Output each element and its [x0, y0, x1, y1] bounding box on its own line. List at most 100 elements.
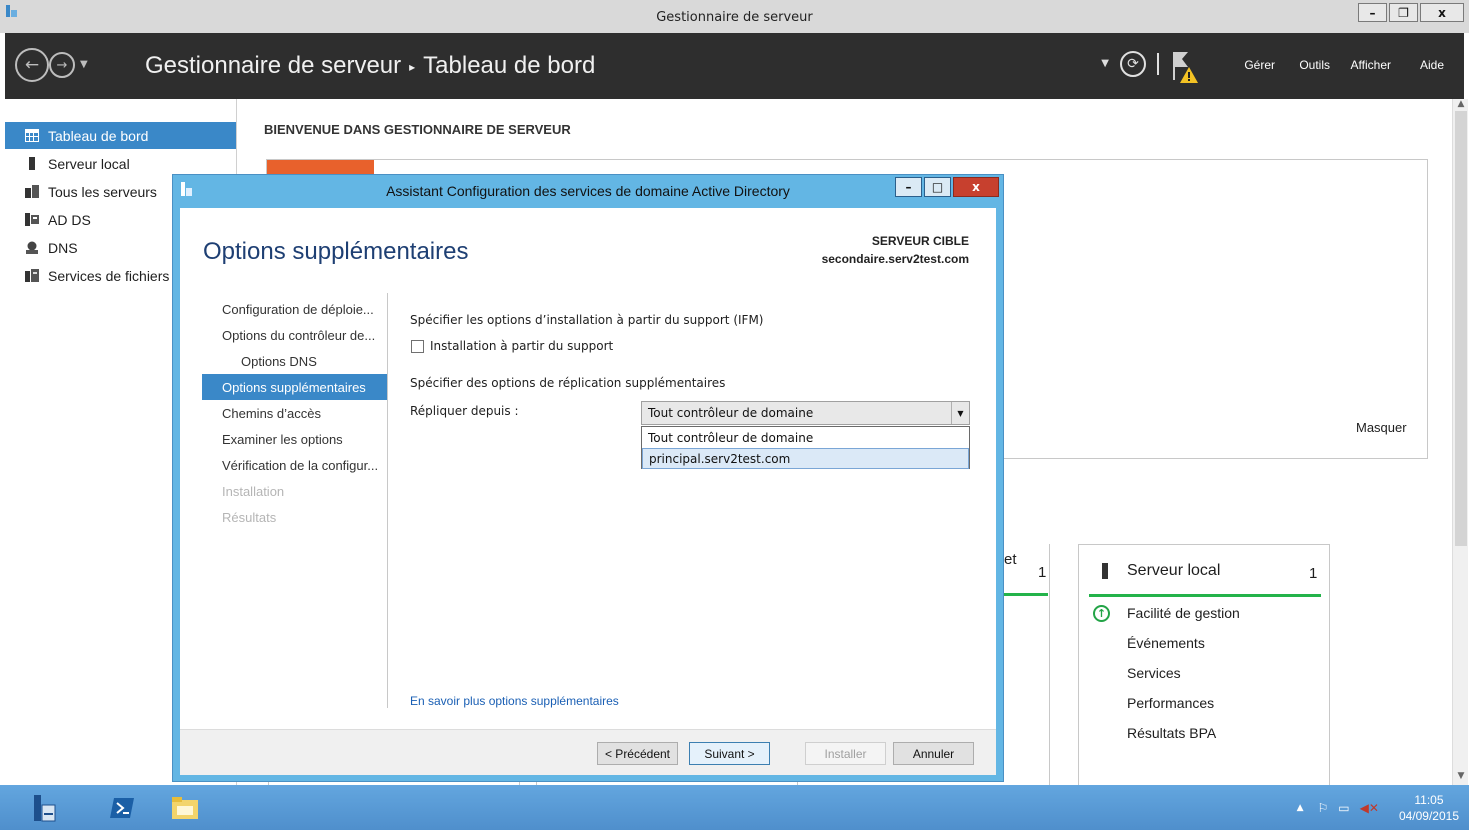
replicate-from-value: Tout contrôleur de domaine	[648, 406, 814, 420]
step-dns-options[interactable]: Options DNS	[202, 348, 387, 374]
sidebar-item-label: Services de fichiers	[48, 267, 170, 284]
refresh-icon[interactable]: ⟳	[1120, 51, 1146, 77]
tile-title: Serveur local	[1099, 562, 1220, 580]
dialog-footer: < Précédent Suivant > Installer Annuler	[180, 729, 996, 775]
learn-more-link[interactable]: En savoir plus options supplémentaires	[410, 694, 619, 708]
dialog-titlebar: Assistant Configuration des services de …	[173, 175, 1003, 207]
steps-divider	[387, 293, 388, 708]
step-deployment-config[interactable]: Configuration de déploie...	[202, 296, 387, 322]
chevron-down-icon[interactable]: ▼	[951, 402, 969, 424]
tile-row-events[interactable]: Événements	[1127, 635, 1205, 651]
volume-muted-icon[interactable]: ◀✕	[1360, 801, 1379, 815]
cancel-button[interactable]: Annuler	[893, 742, 974, 765]
tile-row-manageability[interactable]: Facilité de gestion	[1127, 605, 1240, 621]
network-icon[interactable]: ▭	[1338, 801, 1349, 815]
breadcrumb-current: Tableau de bord	[423, 52, 596, 79]
sidebar-item-dashboard[interactable]: Tableau de bord	[5, 122, 236, 149]
clock-time: 11:05	[1414, 793, 1444, 807]
file-services-icon	[25, 269, 39, 282]
ifm-checkbox-label[interactable]: Installation à partir du support	[430, 339, 613, 353]
step-installation: Installation	[222, 483, 285, 499]
dialog-body: Options supplémentaires SERVEUR CIBLE se…	[180, 208, 996, 729]
sidebar-item-local-server[interactable]: Serveur local	[5, 150, 236, 177]
window-title: Gestionnaire de serveur	[656, 10, 813, 25]
header-divider	[1157, 53, 1159, 75]
server-manager-taskbar-icon	[34, 794, 56, 821]
ifm-checkbox[interactable]	[411, 340, 424, 353]
server-icon	[1102, 563, 1108, 579]
tile-count: 1	[1309, 565, 1318, 582]
hide-link[interactable]: Masquer	[1356, 420, 1407, 435]
dialog-title: Assistant Configuration des services de …	[386, 183, 790, 199]
folder-icon	[172, 796, 198, 819]
refresh-dropdown-icon[interactable]: ▼	[1101, 58, 1109, 69]
powershell-taskbar-button[interactable]	[100, 788, 144, 827]
start-button[interactable]	[22, 788, 66, 827]
scrollbar-thumb[interactable]	[1455, 111, 1467, 546]
ifm-heading: Spécifier les options d’installation à p…	[410, 313, 764, 327]
dropdown-option-any-dc[interactable]: Tout contrôleur de domaine	[642, 427, 969, 448]
breadcrumb-root[interactable]: Gestionnaire de serveur	[145, 52, 401, 79]
step-paths[interactable]: Chemins d’accès	[202, 400, 387, 426]
step-review-options[interactable]: Examiner les options	[202, 426, 387, 452]
window-titlebar: Gestionnaire de serveur – ❐ x	[0, 0, 1469, 33]
target-server-value: secondaire.serv2test.com	[821, 252, 969, 266]
dashboard-icon	[25, 129, 39, 142]
show-hidden-icons-icon[interactable]: ▲	[1297, 803, 1304, 813]
breadcrumb-separator-icon: ▸	[409, 59, 416, 74]
server-icon	[25, 157, 39, 170]
servers-icon	[25, 185, 39, 198]
local-server-tile[interactable]: Serveur local 1 ↑ Facilité de gestion Év…	[1078, 544, 1330, 789]
action-center-flag-icon[interactable]: ⚐	[1318, 801, 1329, 815]
forward-arrow-icon[interactable]: →	[49, 52, 75, 78]
vertical-scrollbar[interactable]: ▲ ▼	[1452, 99, 1468, 785]
menu-tools[interactable]: Outils	[1299, 58, 1330, 72]
next-button[interactable]: Suivant >	[689, 742, 770, 765]
menu-help[interactable]: Aide	[1420, 58, 1444, 72]
history-dropdown-icon[interactable]: ▼	[80, 59, 88, 70]
sidebar-item-label: DNS	[48, 239, 78, 256]
dropdown-option-principal[interactable]: principal.serv2test.com	[642, 448, 969, 469]
dialog-minimize-button[interactable]: –	[895, 177, 922, 197]
tile-row-bpa[interactable]: Résultats BPA	[1127, 725, 1216, 741]
dialog-window-controls: – □ x	[893, 177, 999, 197]
page-title: Options supplémentaires	[203, 238, 469, 265]
tile-status-bar	[1004, 593, 1048, 596]
scroll-down-icon[interactable]: ▼	[1453, 771, 1469, 785]
back-arrow-icon[interactable]: ←	[15, 48, 49, 82]
window-controls: – ❐ x	[1356, 3, 1464, 22]
step-additional-options[interactable]: Options supplémentaires	[202, 374, 387, 400]
install-button: Installer	[805, 742, 886, 765]
system-tray: ▲ ⚐ ▭ ◀✕ 11:05 04/09/2015	[1297, 790, 1459, 826]
notifications-flag-icon[interactable]	[1168, 47, 1202, 87]
restore-button[interactable]: ❐	[1389, 3, 1418, 22]
file-explorer-taskbar-button[interactable]	[163, 788, 207, 827]
dialog-close-button[interactable]: x	[953, 177, 999, 197]
clock-date: 04/09/2015	[1398, 809, 1459, 823]
dialog-maximize-button[interactable]: □	[924, 177, 951, 197]
partial-tile-edge[interactable]: et 1	[1004, 544, 1050, 789]
replicate-from-dropdown-list: Tout contrôleur de domaine principal.ser…	[641, 426, 970, 469]
tile-title-text: Serveur local	[1127, 562, 1221, 579]
welcome-heading: BIENVENUE DANS GESTIONNAIRE DE SERVEUR	[264, 122, 571, 137]
app-header: ← → ▼ Gestionnaire de serveur ▸ Tableau de…	[5, 33, 1464, 99]
adds-config-wizard: Assistant Configuration des services de …	[172, 174, 1004, 782]
menu-manage[interactable]: Gérer	[1244, 58, 1275, 72]
sidebar-item-label: Tableau de bord	[48, 127, 149, 144]
step-prereq-check[interactable]: Vérification de la configur...	[202, 452, 387, 478]
close-button[interactable]: x	[1420, 3, 1464, 22]
tile-row-performance[interactable]: Performances	[1127, 695, 1214, 711]
adds-icon	[25, 213, 39, 226]
menu-view[interactable]: Afficher	[1351, 58, 1391, 72]
previous-button[interactable]: < Précédent	[597, 742, 678, 765]
minimize-button[interactable]: –	[1358, 3, 1387, 22]
replicate-from-select[interactable]: Tout contrôleur de domaine ▼	[641, 401, 970, 425]
taskbar-clock[interactable]: 11:05 04/09/2015	[1399, 792, 1459, 824]
step-results: Résultats	[222, 509, 277, 525]
replicate-from-label: Répliquer depuis :	[410, 404, 519, 418]
tile-row-services[interactable]: Services	[1127, 665, 1181, 681]
step-dc-options[interactable]: Options du contrôleur de...	[202, 322, 387, 348]
replication-heading: Spécifier des options de réplication sup…	[410, 376, 726, 390]
status-up-icon: ↑	[1093, 605, 1110, 622]
sidebar-item-label: Serveur local	[48, 155, 130, 172]
